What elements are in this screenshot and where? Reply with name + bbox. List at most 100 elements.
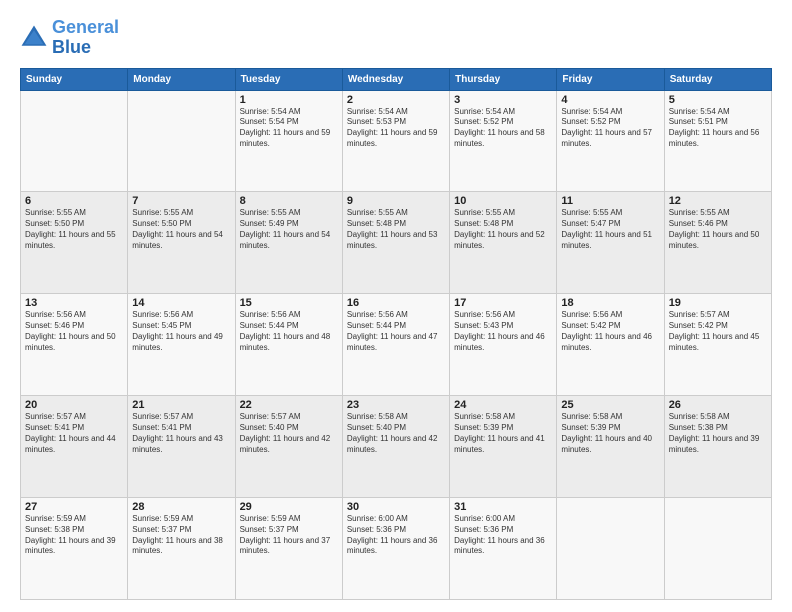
week-row-2: 6Sunrise: 5:55 AM Sunset: 5:50 PM Daylig… — [21, 192, 772, 294]
day-info: Sunrise: 5:59 AM Sunset: 5:38 PM Dayligh… — [25, 514, 123, 557]
calendar-cell: 20Sunrise: 5:57 AM Sunset: 5:41 PM Dayli… — [21, 396, 128, 498]
calendar-cell: 3Sunrise: 5:54 AM Sunset: 5:52 PM Daylig… — [450, 90, 557, 192]
day-number: 4 — [561, 94, 659, 106]
weekday-header-thursday: Thursday — [450, 68, 557, 90]
day-number: 27 — [25, 501, 123, 513]
day-number: 26 — [669, 399, 767, 411]
day-number: 22 — [240, 399, 338, 411]
day-info: Sunrise: 5:56 AM Sunset: 5:46 PM Dayligh… — [25, 310, 123, 353]
day-number: 19 — [669, 297, 767, 309]
calendar-cell: 7Sunrise: 5:55 AM Sunset: 5:50 PM Daylig… — [128, 192, 235, 294]
day-info: Sunrise: 5:56 AM Sunset: 5:44 PM Dayligh… — [240, 310, 338, 353]
calendar-cell: 13Sunrise: 5:56 AM Sunset: 5:46 PM Dayli… — [21, 294, 128, 396]
week-row-5: 27Sunrise: 5:59 AM Sunset: 5:38 PM Dayli… — [21, 498, 772, 600]
week-row-1: 1Sunrise: 5:54 AM Sunset: 5:54 PM Daylig… — [21, 90, 772, 192]
calendar-table: SundayMondayTuesdayWednesdayThursdayFrid… — [20, 68, 772, 600]
calendar-cell: 6Sunrise: 5:55 AM Sunset: 5:50 PM Daylig… — [21, 192, 128, 294]
day-info: Sunrise: 5:55 AM Sunset: 5:46 PM Dayligh… — [669, 208, 767, 251]
calendar-cell: 15Sunrise: 5:56 AM Sunset: 5:44 PM Dayli… — [235, 294, 342, 396]
calendar-cell: 23Sunrise: 5:58 AM Sunset: 5:40 PM Dayli… — [342, 396, 449, 498]
day-info: Sunrise: 5:55 AM Sunset: 5:50 PM Dayligh… — [132, 208, 230, 251]
day-info: Sunrise: 5:57 AM Sunset: 5:41 PM Dayligh… — [132, 412, 230, 455]
day-number: 21 — [132, 399, 230, 411]
day-info: Sunrise: 5:58 AM Sunset: 5:39 PM Dayligh… — [561, 412, 659, 455]
calendar-cell: 1Sunrise: 5:54 AM Sunset: 5:54 PM Daylig… — [235, 90, 342, 192]
logo-icon — [20, 24, 48, 52]
calendar-cell — [557, 498, 664, 600]
calendar-cell: 28Sunrise: 5:59 AM Sunset: 5:37 PM Dayli… — [128, 498, 235, 600]
day-info: Sunrise: 5:56 AM Sunset: 5:44 PM Dayligh… — [347, 310, 445, 353]
calendar-cell: 10Sunrise: 5:55 AM Sunset: 5:48 PM Dayli… — [450, 192, 557, 294]
day-info: Sunrise: 6:00 AM Sunset: 5:36 PM Dayligh… — [347, 514, 445, 557]
calendar-cell: 19Sunrise: 5:57 AM Sunset: 5:42 PM Dayli… — [664, 294, 771, 396]
day-number: 9 — [347, 195, 445, 207]
calendar-cell: 31Sunrise: 6:00 AM Sunset: 5:36 PM Dayli… — [450, 498, 557, 600]
calendar-cell: 16Sunrise: 5:56 AM Sunset: 5:44 PM Dayli… — [342, 294, 449, 396]
week-row-3: 13Sunrise: 5:56 AM Sunset: 5:46 PM Dayli… — [21, 294, 772, 396]
day-number: 25 — [561, 399, 659, 411]
day-number: 24 — [454, 399, 552, 411]
day-number: 13 — [25, 297, 123, 309]
calendar-cell: 8Sunrise: 5:55 AM Sunset: 5:49 PM Daylig… — [235, 192, 342, 294]
calendar-cell: 18Sunrise: 5:56 AM Sunset: 5:42 PM Dayli… — [557, 294, 664, 396]
weekday-header-tuesday: Tuesday — [235, 68, 342, 90]
day-info: Sunrise: 5:55 AM Sunset: 5:48 PM Dayligh… — [347, 208, 445, 251]
day-info: Sunrise: 5:56 AM Sunset: 5:45 PM Dayligh… — [132, 310, 230, 353]
day-info: Sunrise: 5:56 AM Sunset: 5:42 PM Dayligh… — [561, 310, 659, 353]
day-number: 7 — [132, 195, 230, 207]
calendar-cell: 24Sunrise: 5:58 AM Sunset: 5:39 PM Dayli… — [450, 396, 557, 498]
calendar-cell: 26Sunrise: 5:58 AM Sunset: 5:38 PM Dayli… — [664, 396, 771, 498]
day-info: Sunrise: 5:57 AM Sunset: 5:41 PM Dayligh… — [25, 412, 123, 455]
day-info: Sunrise: 5:57 AM Sunset: 5:42 PM Dayligh… — [669, 310, 767, 353]
day-number: 23 — [347, 399, 445, 411]
calendar-cell: 11Sunrise: 5:55 AM Sunset: 5:47 PM Dayli… — [557, 192, 664, 294]
day-info: Sunrise: 6:00 AM Sunset: 5:36 PM Dayligh… — [454, 514, 552, 557]
calendar-cell: 14Sunrise: 5:56 AM Sunset: 5:45 PM Dayli… — [128, 294, 235, 396]
day-number: 20 — [25, 399, 123, 411]
day-number: 29 — [240, 501, 338, 513]
day-info: Sunrise: 5:59 AM Sunset: 5:37 PM Dayligh… — [240, 514, 338, 557]
calendar-cell: 17Sunrise: 5:56 AM Sunset: 5:43 PM Dayli… — [450, 294, 557, 396]
day-info: Sunrise: 5:55 AM Sunset: 5:48 PM Dayligh… — [454, 208, 552, 251]
weekday-header-saturday: Saturday — [664, 68, 771, 90]
calendar-cell: 25Sunrise: 5:58 AM Sunset: 5:39 PM Dayli… — [557, 396, 664, 498]
day-number: 1 — [240, 94, 338, 106]
logo: General Blue — [20, 18, 119, 58]
calendar-cell: 4Sunrise: 5:54 AM Sunset: 5:52 PM Daylig… — [557, 90, 664, 192]
day-info: Sunrise: 5:55 AM Sunset: 5:50 PM Dayligh… — [25, 208, 123, 251]
calendar-cell: 21Sunrise: 5:57 AM Sunset: 5:41 PM Dayli… — [128, 396, 235, 498]
day-info: Sunrise: 5:54 AM Sunset: 5:52 PM Dayligh… — [454, 107, 552, 150]
day-number: 11 — [561, 195, 659, 207]
day-info: Sunrise: 5:55 AM Sunset: 5:47 PM Dayligh… — [561, 208, 659, 251]
day-number: 15 — [240, 297, 338, 309]
calendar-cell: 27Sunrise: 5:59 AM Sunset: 5:38 PM Dayli… — [21, 498, 128, 600]
day-number: 16 — [347, 297, 445, 309]
day-number: 18 — [561, 297, 659, 309]
weekday-header-friday: Friday — [557, 68, 664, 90]
day-number: 14 — [132, 297, 230, 309]
logo-text: General Blue — [52, 18, 119, 58]
day-info: Sunrise: 5:54 AM Sunset: 5:51 PM Dayligh… — [669, 107, 767, 150]
calendar-cell: 9Sunrise: 5:55 AM Sunset: 5:48 PM Daylig… — [342, 192, 449, 294]
calendar-cell — [128, 90, 235, 192]
day-info: Sunrise: 5:54 AM Sunset: 5:52 PM Dayligh… — [561, 107, 659, 150]
day-number: 2 — [347, 94, 445, 106]
day-info: Sunrise: 5:57 AM Sunset: 5:40 PM Dayligh… — [240, 412, 338, 455]
day-number: 17 — [454, 297, 552, 309]
day-number: 8 — [240, 195, 338, 207]
day-number: 10 — [454, 195, 552, 207]
day-number: 30 — [347, 501, 445, 513]
weekday-header-monday: Monday — [128, 68, 235, 90]
day-number: 28 — [132, 501, 230, 513]
day-number: 5 — [669, 94, 767, 106]
day-info: Sunrise: 5:54 AM Sunset: 5:54 PM Dayligh… — [240, 107, 338, 150]
day-info: Sunrise: 5:58 AM Sunset: 5:40 PM Dayligh… — [347, 412, 445, 455]
day-info: Sunrise: 5:56 AM Sunset: 5:43 PM Dayligh… — [454, 310, 552, 353]
calendar-cell — [664, 498, 771, 600]
calendar-cell: 12Sunrise: 5:55 AM Sunset: 5:46 PM Dayli… — [664, 192, 771, 294]
day-number: 3 — [454, 94, 552, 106]
page: General Blue SundayMondayTuesdayWednesda… — [0, 0, 792, 612]
day-info: Sunrise: 5:55 AM Sunset: 5:49 PM Dayligh… — [240, 208, 338, 251]
calendar-cell: 30Sunrise: 6:00 AM Sunset: 5:36 PM Dayli… — [342, 498, 449, 600]
weekday-header-row: SundayMondayTuesdayWednesdayThursdayFrid… — [21, 68, 772, 90]
